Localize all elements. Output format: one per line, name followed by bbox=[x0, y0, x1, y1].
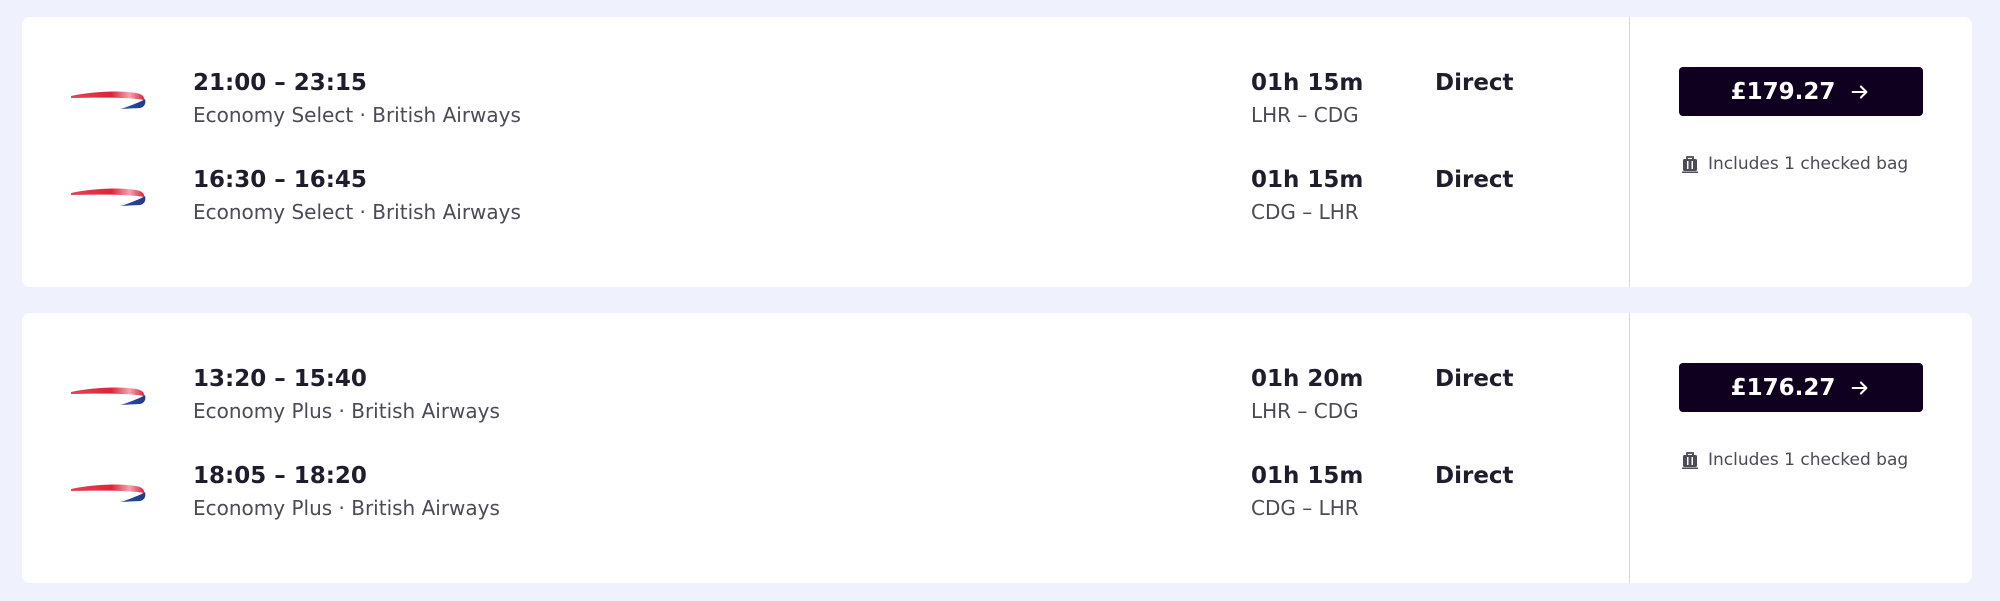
flight-route: LHR – CDG bbox=[1251, 103, 1359, 127]
baggage-info: Includes 1 checked bag bbox=[1680, 151, 1908, 177]
outbound-leg: 21:00 – 23:15 Economy Select · British A… bbox=[22, 66, 1629, 146]
flight-legs: 21:00 – 23:15 Economy Select · British A… bbox=[22, 17, 1629, 287]
outbound-leg: 13:20 – 15:40 Economy Plus · British Air… bbox=[22, 362, 1629, 442]
british-airways-logo bbox=[70, 481, 146, 507]
suitcase-icon bbox=[1682, 452, 1698, 469]
baggage-label: Includes 1 checked bag bbox=[1708, 450, 1909, 470]
price-label: £176.27 bbox=[1730, 374, 1836, 401]
flight-duration: 01h 20m bbox=[1251, 366, 1364, 392]
arrow-right-icon bbox=[1852, 380, 1868, 395]
flight-duration: 01h 15m bbox=[1251, 70, 1364, 96]
fare-class-airline: Economy Select · British Airways bbox=[193, 103, 521, 127]
departure-arrival-times: 21:00 – 23:15 bbox=[193, 70, 367, 96]
card-divider bbox=[1629, 17, 1630, 287]
british-airways-logo bbox=[70, 88, 146, 114]
flight-result-card[interactable]: 13:20 – 15:40 Economy Plus · British Air… bbox=[22, 313, 1972, 583]
flight-route: LHR – CDG bbox=[1251, 399, 1359, 423]
stops-label: Direct bbox=[1435, 167, 1514, 193]
departure-arrival-times: 18:05 – 18:20 bbox=[193, 463, 367, 489]
baggage-label: Includes 1 checked bag bbox=[1708, 154, 1909, 174]
departure-arrival-times: 13:20 – 15:40 bbox=[193, 366, 367, 392]
flight-route: CDG – LHR bbox=[1251, 496, 1359, 520]
fare-class-airline: Economy Select · British Airways bbox=[193, 200, 521, 224]
card-divider bbox=[1629, 313, 1630, 583]
select-price-button[interactable]: £176.27 bbox=[1679, 363, 1923, 412]
flight-results-list: 21:00 – 23:15 Economy Select · British A… bbox=[0, 0, 2000, 601]
departure-arrival-times: 16:30 – 16:45 bbox=[193, 167, 367, 193]
arrow-right-icon bbox=[1852, 84, 1868, 99]
fare-class-airline: Economy Plus · British Airways bbox=[193, 399, 500, 423]
price-label: £179.27 bbox=[1730, 78, 1836, 105]
stops-label: Direct bbox=[1435, 463, 1514, 489]
stops-label: Direct bbox=[1435, 366, 1514, 392]
flight-route: CDG – LHR bbox=[1251, 200, 1359, 224]
flight-legs: 13:20 – 15:40 Economy Plus · British Air… bbox=[22, 313, 1629, 583]
british-airways-logo bbox=[70, 185, 146, 211]
return-leg: 16:30 – 16:45 Economy Select · British A… bbox=[22, 163, 1629, 243]
stops-label: Direct bbox=[1435, 70, 1514, 96]
fare-class-airline: Economy Plus · British Airways bbox=[193, 496, 500, 520]
flight-duration: 01h 15m bbox=[1251, 463, 1364, 489]
british-airways-logo bbox=[70, 384, 146, 410]
suitcase-icon bbox=[1682, 156, 1698, 173]
flight-result-card[interactable]: 21:00 – 23:15 Economy Select · British A… bbox=[22, 17, 1972, 287]
flight-duration: 01h 15m bbox=[1251, 167, 1364, 193]
baggage-info: Includes 1 checked bag bbox=[1680, 447, 1908, 473]
select-price-button[interactable]: £179.27 bbox=[1679, 67, 1923, 116]
return-leg: 18:05 – 18:20 Economy Plus · British Air… bbox=[22, 459, 1629, 539]
